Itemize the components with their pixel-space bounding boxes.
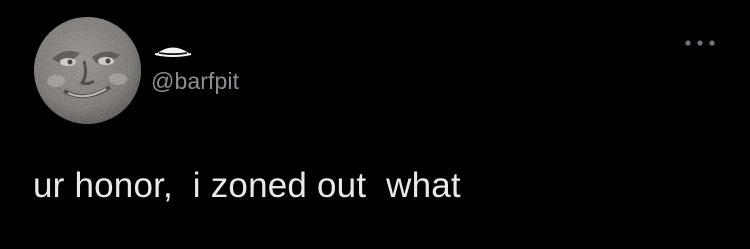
- moon-face-icon: [34, 17, 141, 124]
- tweet-card: @barfpit ur honor, i zoned out what: [0, 0, 750, 249]
- user-handle[interactable]: @barfpit: [151, 66, 239, 96]
- tweet-text: ur honor, i zoned out what: [33, 166, 461, 205]
- avatar[interactable]: [34, 17, 141, 124]
- eyeless-emoji-icon: [154, 47, 192, 57]
- more-options-button[interactable]: [683, 33, 717, 53]
- more-horizontal-icon: [685, 40, 715, 46]
- display-name[interactable]: [153, 40, 193, 60]
